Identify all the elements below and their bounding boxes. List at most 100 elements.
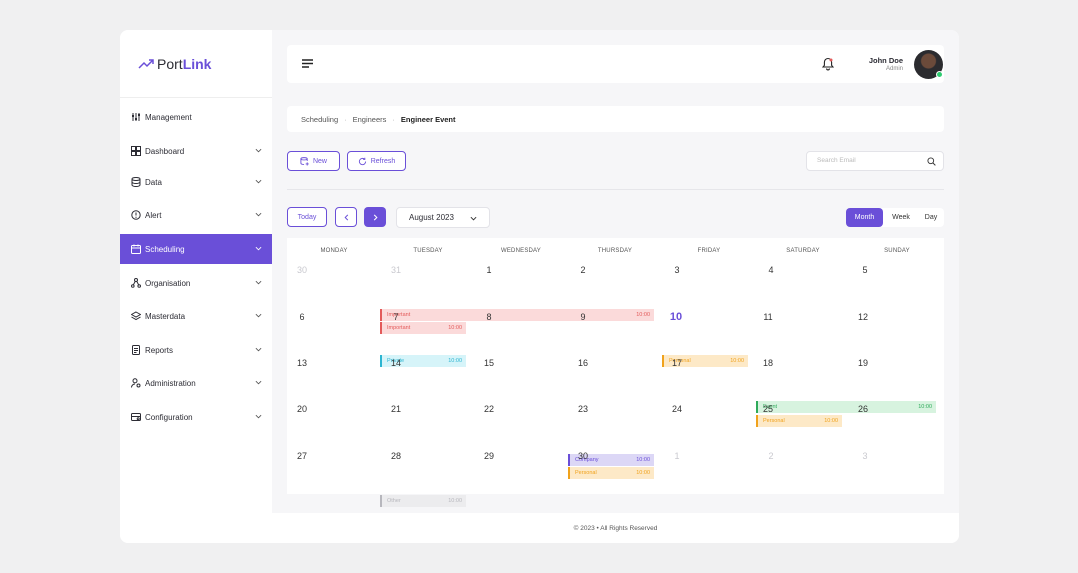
- calendar-day[interactable]: 28: [349, 451, 443, 461]
- search-box: [806, 151, 944, 171]
- event-time: 10:00: [918, 404, 932, 410]
- weekday-header: MONDAY: [320, 248, 348, 254]
- calendar-day[interactable]: 20: [255, 404, 349, 414]
- calendar-day-today[interactable]: 10: [629, 311, 723, 323]
- sidebar-item-label: Management: [145, 112, 192, 122]
- refresh-button-label: Refresh: [370, 157, 396, 165]
- search-input[interactable]: [817, 157, 917, 164]
- calendar-day[interactable]: 26: [816, 404, 910, 414]
- admin-icon: [130, 378, 141, 389]
- calendar-day[interactable]: 2: [724, 451, 818, 461]
- calendar-day[interactable]: 29: [442, 451, 536, 461]
- prev-month-button[interactable]: [335, 207, 357, 227]
- menu-icon[interactable]: [302, 59, 313, 68]
- calendar-day[interactable]: 19: [816, 358, 910, 368]
- calendar-day[interactable]: 25: [721, 404, 815, 414]
- weekday-header: FRIDAY: [697, 248, 721, 254]
- calendar-day[interactable]: 1: [630, 451, 724, 461]
- chevron-down-icon: [255, 380, 262, 385]
- calendar-day[interactable]: 18: [721, 358, 815, 368]
- new-record-icon: [300, 156, 309, 166]
- view-month-button[interactable]: Month: [846, 208, 883, 227]
- calendar-day[interactable]: 1: [442, 265, 536, 275]
- calendar-day[interactable]: 6: [255, 312, 349, 322]
- event-label: Personal: [575, 470, 597, 476]
- calendar-day[interactable]: 23: [536, 404, 630, 414]
- refresh-button[interactable]: Refresh: [347, 151, 406, 171]
- calendar-day[interactable]: 7: [349, 312, 443, 322]
- layers-icon: [130, 311, 141, 322]
- sidebar-item-label: Dashboard: [145, 146, 185, 156]
- calendar-day[interactable]: 27: [255, 451, 349, 461]
- calendar-day[interactable]: 14: [349, 358, 443, 368]
- top-bar: John Doe Admin: [287, 45, 944, 83]
- chevron-down-icon: [470, 216, 477, 221]
- weekday-header: SATURDAY: [786, 248, 820, 254]
- calendar-day[interactable]: 30: [536, 451, 630, 461]
- brand-logo[interactable]: PortLink: [120, 30, 272, 98]
- chevron-right-icon: [373, 214, 378, 220]
- sidebar-item-administration[interactable]: Administration: [120, 368, 272, 398]
- sidebar-item-organisation[interactable]: Organisation: [120, 268, 272, 298]
- database-icon: [130, 177, 141, 188]
- user-role: Admin: [885, 66, 903, 72]
- avatar[interactable]: [914, 50, 943, 79]
- sidebar: PortLink Management Dashboard Data Alert: [120, 30, 272, 543]
- next-month-button[interactable]: [364, 207, 386, 227]
- calendar-day[interactable]: 21: [349, 404, 443, 414]
- calendar-grid: MONDAY TUESDAY WEDNESDAY THURSDAY FRIDAY…: [287, 238, 944, 507]
- calendar-day[interactable]: 8: [442, 312, 536, 322]
- weekday-header: TUESDAY: [413, 248, 443, 254]
- calendar-event[interactable]: Other 10:00: [380, 495, 466, 507]
- refresh-icon: [358, 157, 366, 165]
- breadcrumb-item[interactable]: Engineers: [353, 115, 387, 124]
- month-select[interactable]: August 2023: [396, 207, 490, 228]
- calendar-day[interactable]: 3: [818, 451, 912, 461]
- calendar-day[interactable]: 11: [721, 312, 815, 322]
- calendar-day[interactable]: 3: [630, 265, 724, 275]
- calendar-day[interactable]: 4: [724, 265, 818, 275]
- view-week-button[interactable]: Week: [886, 208, 916, 227]
- calendar-day[interactable]: 22: [442, 404, 536, 414]
- sidebar-item-masterdata[interactable]: Masterdata: [120, 301, 272, 331]
- calendar-day[interactable]: 5: [818, 265, 912, 275]
- sidebar-item-label: Data: [145, 177, 162, 187]
- calendar-day[interactable]: 15: [442, 358, 536, 368]
- calendar-event[interactable]: Important 10:00: [380, 322, 466, 334]
- event-time: 10:00: [448, 498, 462, 504]
- calendar-day[interactable]: 30: [255, 265, 349, 275]
- user-name: John Doe: [868, 56, 903, 65]
- chevron-down-icon: [255, 414, 262, 419]
- copyright-text: © 2023 • All Rights Reserved: [573, 524, 658, 532]
- sidebar-item-reports[interactable]: Reports: [120, 335, 272, 365]
- new-button[interactable]: New: [287, 151, 340, 171]
- app-window: PortLink Management Dashboard Data Alert: [120, 30, 959, 543]
- calendar-day[interactable]: 9: [536, 312, 630, 322]
- sidebar-item-alert[interactable]: Alert: [120, 200, 272, 230]
- trend-up-icon: [138, 58, 154, 69]
- sidebar-item-configuration[interactable]: Configuration: [120, 402, 272, 432]
- grid-icon: [130, 146, 141, 157]
- calendar-day[interactable]: 31: [349, 265, 443, 275]
- sidebar-item-dashboard[interactable]: Dashboard: [120, 136, 272, 166]
- search-icon[interactable]: [927, 157, 936, 166]
- breadcrumb-item[interactable]: Scheduling: [301, 115, 338, 124]
- chevron-down-icon: [255, 347, 262, 352]
- chevron-down-icon: [255, 246, 262, 251]
- calendar-day[interactable]: 24: [630, 404, 724, 414]
- calendar-day[interactable]: 17: [630, 358, 724, 368]
- calendar-day[interactable]: 12: [816, 312, 910, 322]
- sidebar-item-management[interactable]: Management: [120, 102, 272, 132]
- calendar-day[interactable]: 13: [255, 358, 349, 368]
- sidebar-item-data[interactable]: Data: [120, 167, 272, 197]
- sidebar-item-scheduling[interactable]: Scheduling: [120, 234, 272, 264]
- view-day-button[interactable]: Day: [918, 208, 944, 227]
- calendar-day[interactable]: 2: [536, 265, 630, 275]
- bell-icon[interactable]: [822, 57, 834, 71]
- sidebar-item-label: Administration: [145, 378, 196, 388]
- report-icon: [130, 345, 141, 356]
- calendar-event[interactable]: Personal 10:00: [756, 415, 842, 427]
- calendar-event[interactable]: Personal 10:00: [568, 467, 654, 479]
- today-button[interactable]: Today: [287, 207, 327, 227]
- calendar-day[interactable]: 16: [536, 358, 630, 368]
